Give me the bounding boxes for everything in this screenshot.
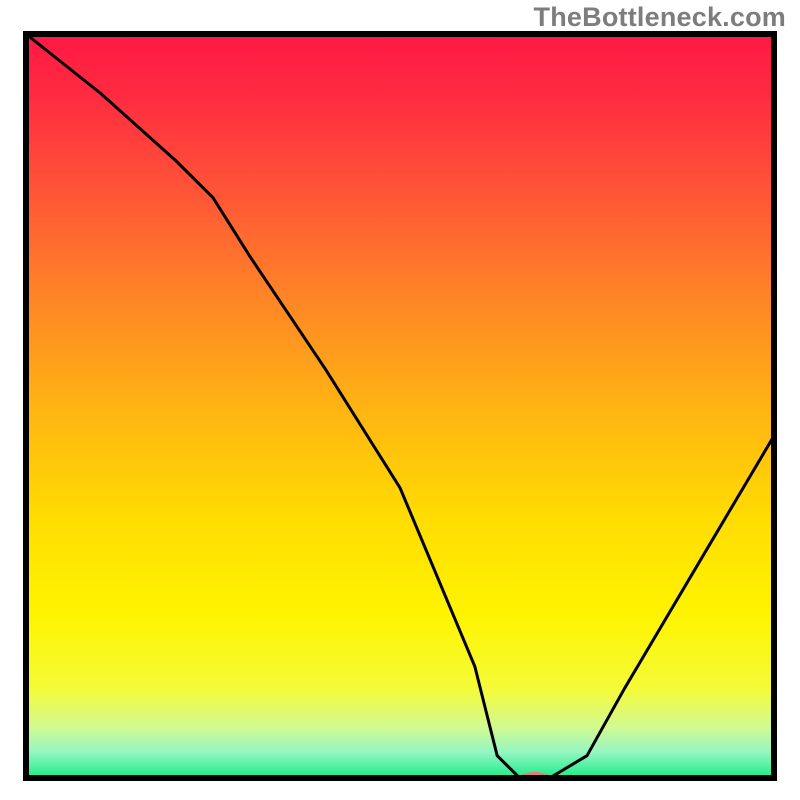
bottleneck-chart (0, 0, 800, 800)
gradient-background (26, 34, 774, 778)
chart-stage: TheBottleneck.com (0, 0, 800, 800)
